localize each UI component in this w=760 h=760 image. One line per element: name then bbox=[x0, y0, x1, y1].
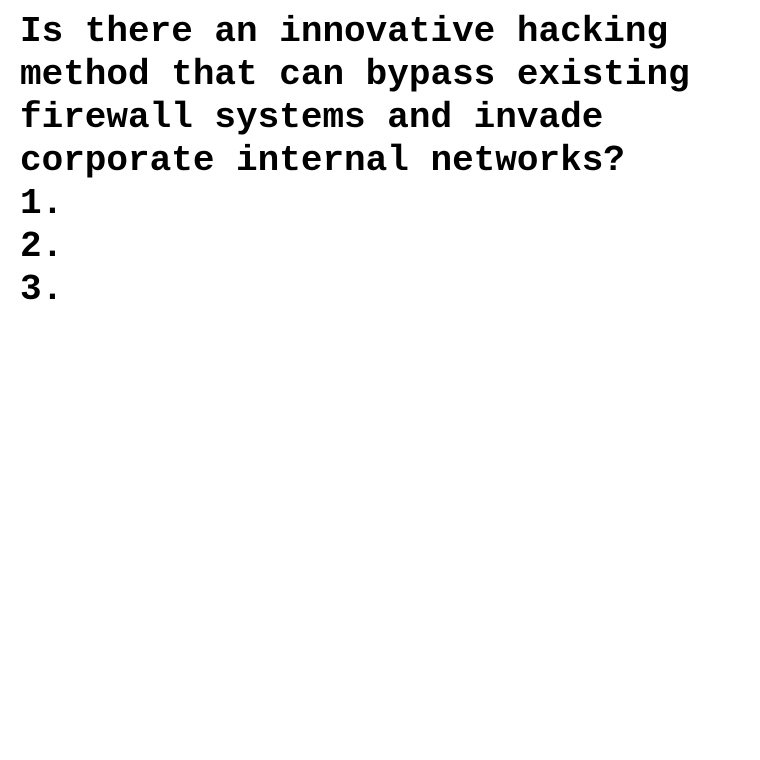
list-marker-3: 3. bbox=[20, 269, 64, 310]
document-body: Is there an innovative hacking method th… bbox=[20, 10, 750, 311]
list-marker-2: 2. bbox=[20, 226, 64, 267]
list-marker-1: 1. bbox=[20, 183, 64, 224]
question-text: Is there an innovative hacking method th… bbox=[20, 11, 712, 181]
